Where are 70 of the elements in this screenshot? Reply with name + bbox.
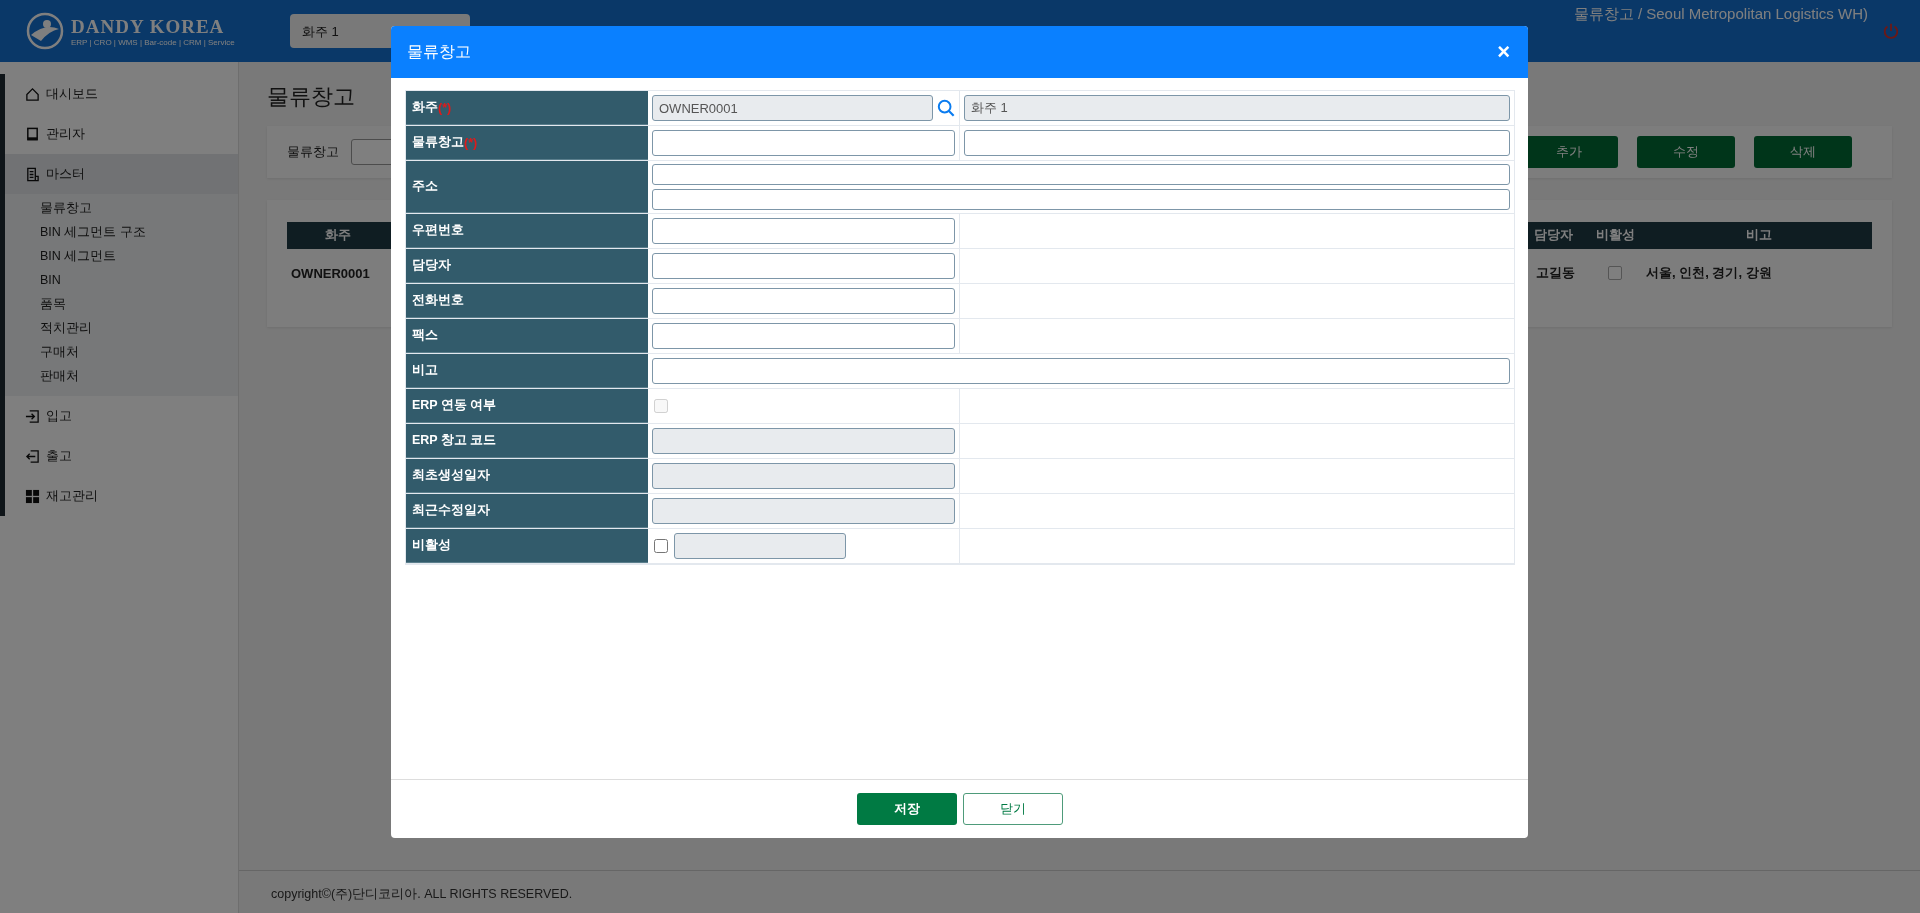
globe-logo-icon (25, 11, 65, 51)
field-label: 담당자 (406, 249, 648, 283)
action-button[interactable]: 삭제 (1754, 136, 1852, 168)
table-cell-text: OWNER0001 (290, 265, 371, 281)
input-field[interactable]: 화주 1 (964, 95, 1510, 121)
field-label: 비고 (406, 354, 648, 388)
sidebar-item[interactable]: 출고 (5, 436, 238, 476)
submenu-item[interactable]: 판매처 (40, 364, 238, 388)
sidebar-item[interactable]: 재고관리 (5, 476, 238, 516)
field-label: 화주(*) (406, 91, 648, 125)
checkbox[interactable] (1608, 266, 1622, 280)
checkbox[interactable] (654, 539, 668, 553)
home-icon (25, 86, 40, 102)
field-label: ERP 연동 여부 (406, 389, 648, 423)
field-label: 주소 (406, 161, 648, 213)
input-field[interactable] (652, 463, 955, 489)
sidebar-item[interactable]: 관리자 (5, 114, 238, 154)
submenu-item[interactable]: BIN 세그먼트 구조 (40, 220, 238, 244)
close-button[interactable]: 닫기 (962, 793, 1063, 825)
table-cell-text: 서울, 인천, 경기, 강원 (1646, 264, 1773, 282)
input-field[interactable] (652, 428, 955, 454)
input-field[interactable] (652, 189, 1510, 210)
logo-tagline: ERP | CRO | WMS | Bar-code | CRM | Service (71, 37, 235, 47)
save-button[interactable]: 저장 (856, 793, 957, 825)
input-field[interactable] (652, 253, 955, 279)
sign-in-icon (25, 408, 40, 424)
submenu-item[interactable]: 적치관리 (40, 316, 238, 340)
input-field[interactable]: OWNER0001 (652, 95, 933, 121)
field-label: 우편번호 (406, 214, 648, 248)
sign-out-icon (25, 448, 40, 464)
sidebar-item[interactable]: 입고 (5, 396, 238, 436)
input-field[interactable] (652, 218, 955, 244)
submenu-item[interactable]: 구매처 (40, 340, 238, 364)
submenu-item[interactable]: 물류창고 (40, 196, 238, 220)
input-field[interactable] (652, 358, 1510, 384)
logo-name: DANDY KOREA (71, 15, 226, 38)
action-button[interactable]: 수정 (1637, 136, 1735, 168)
copyright-text: copyright©(주)단디코리아. ALL RIGHTS RESERVED. (239, 870, 1920, 913)
field-label: 최근수정일자 (406, 494, 648, 528)
close-button[interactable]: × (1493, 41, 1514, 63)
grid-icon (25, 488, 40, 504)
input-field[interactable] (652, 323, 955, 349)
field-label: 물류창고(*) (406, 126, 648, 160)
input-field[interactable] (674, 533, 846, 559)
page-title: 물류창고 (267, 83, 355, 111)
column-header: 담당자 (1532, 227, 1574, 244)
submenu-item[interactable]: BIN (40, 268, 238, 292)
search-icon[interactable] (937, 99, 955, 117)
field-label: ERP 창고 코드 (406, 424, 648, 458)
column-header: 비고 (1745, 227, 1773, 244)
book-icon (25, 126, 40, 142)
submenu-item[interactable]: BIN 세그먼트 (40, 244, 238, 268)
search-label: 물류창고 (287, 143, 339, 161)
user-info: 물류창고 / Seoul Metropolitan Logistics WH) (1573, 5, 1868, 24)
document-icon (25, 166, 40, 182)
field-label: 전화번호 (406, 284, 648, 318)
field-label: 최초생성일자 (406, 459, 648, 493)
field-label: 비활성 (406, 529, 648, 563)
input-field[interactable] (964, 130, 1510, 156)
input-field[interactable] (652, 288, 955, 314)
column-header: 화주 (324, 227, 352, 244)
submenu-item[interactable]: 품목 (40, 292, 238, 316)
input-field[interactable] (652, 130, 955, 156)
sidebar-item[interactable]: 대시보드 (5, 74, 238, 114)
input-field[interactable] (652, 498, 955, 524)
sidebar-item[interactable]: 마스터 (5, 154, 238, 194)
table-cell-text: 고길동 (1535, 264, 1576, 282)
field-label: 팩스 (406, 319, 648, 353)
input-field[interactable] (652, 164, 1510, 185)
column-header: 비활성 (1594, 227, 1636, 244)
